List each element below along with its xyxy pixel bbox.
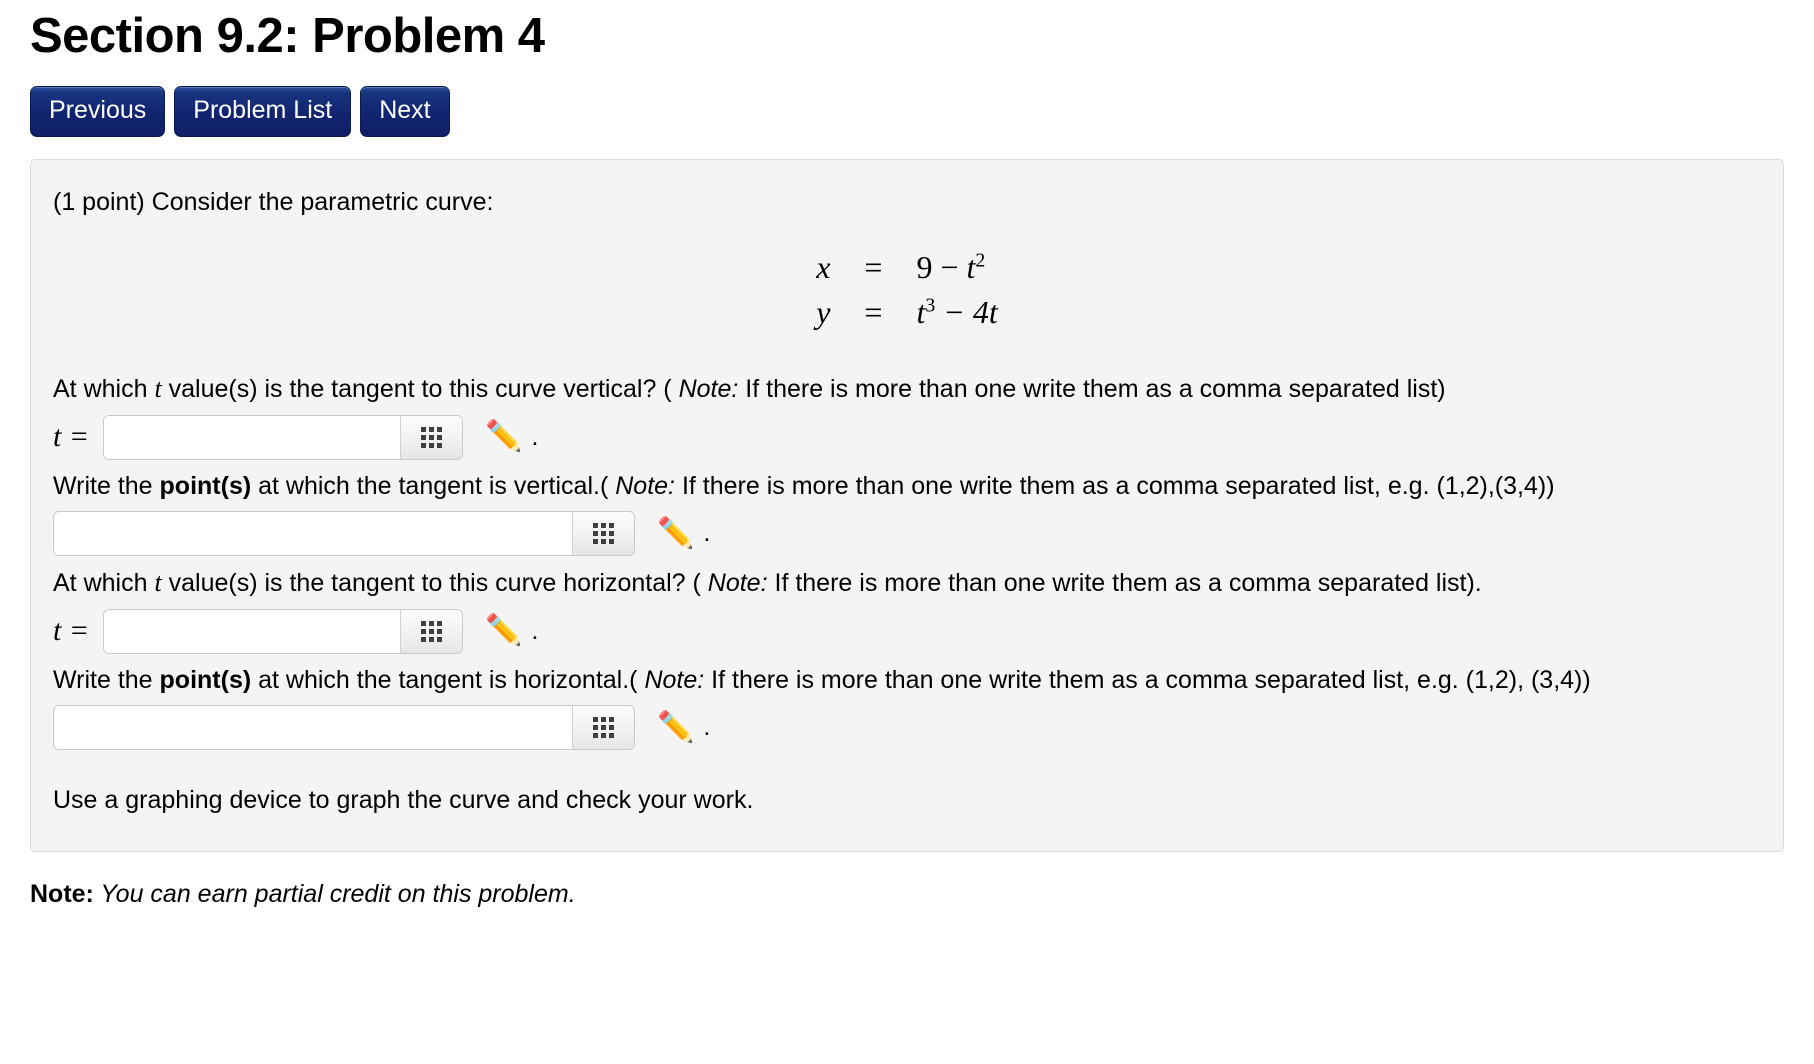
equation-x-rhs-pre: 9 − (916, 248, 967, 285)
equation-y-equals: = (864, 293, 883, 330)
question-horizontal-t-text: At which t value(s) is the tangent to th… (53, 565, 1753, 602)
q4-input-group (53, 705, 635, 751)
equation-table: x = 9 − t2 y = t3 − 4t (816, 245, 998, 335)
problem-intro: (1 point) Consider the parametric curve: (53, 188, 494, 217)
grid-icon (593, 717, 614, 739)
parametric-equations: x = 9 − t2 y = t3 − 4t (53, 245, 1761, 335)
q3-grid-button[interactable] (400, 609, 463, 653)
q3-answer-input[interactable] (104, 609, 401, 653)
equation-x-lhs: x (816, 248, 831, 285)
q2-input-group (53, 511, 635, 556)
q4-text-1: Write the (53, 665, 160, 694)
q1-text-before: At which (53, 374, 155, 403)
page-title: Section 9.2: Problem 4 (30, 9, 545, 63)
q1-variable: t (154, 373, 162, 403)
q1-note-label: Note: (678, 374, 739, 403)
q1-answer-input[interactable] (104, 415, 401, 459)
q1-note-text: If there is more than one write them as … (738, 374, 1446, 403)
q1-trailing-period: . (531, 422, 539, 451)
q2-grid-button[interactable] (572, 512, 634, 555)
problem-panel: (1 point) Consider the parametric curve:… (30, 159, 1784, 852)
footer-note-label: Note: (30, 879, 94, 908)
pencil-icon[interactable]: ✏️ (485, 422, 522, 452)
q3-answer-label: t = (53, 614, 90, 648)
answer-row-vertical-points: ✏️ . (53, 511, 1761, 556)
equation-x-rhs-exponent: 2 (975, 248, 986, 271)
question-vertical-points-text: Write the point(s) at which the tangent … (53, 469, 1753, 505)
navigation-bar: Previous Problem List Next (30, 86, 1792, 138)
grid-icon (593, 523, 614, 544)
answer-row-horizontal-t: t = ✏️ . (53, 608, 1761, 654)
problem-list-button[interactable]: Problem List (174, 86, 352, 138)
answer-row-vertical-t: t = ✏️ . (53, 414, 1761, 460)
equation-row-y: y = t3 − 4t (816, 290, 998, 335)
q1-input-group (103, 414, 464, 460)
q4-grid-button[interactable] (572, 706, 634, 750)
question-horizontal-points-text: Write the point(s) at which the tangent … (53, 663, 1753, 699)
q4-text-2: at which the tangent is horizontal.( (251, 665, 645, 694)
q4-trailing-period: . (703, 713, 711, 742)
q2-text-2: at which the tangent is vertical.( (251, 471, 616, 500)
q3-variable: t (154, 568, 162, 597)
pencil-icon[interactable]: ✏️ (485, 616, 522, 646)
closing-instruction: Use a graphing device to graph the curve… (53, 786, 754, 815)
equation-x-rhs: 9 − t2 (916, 245, 997, 290)
question-vertical-t-text: At which t value(s) is the tangent to th… (53, 371, 1753, 408)
q4-note-text: If there is more than one write them as … (704, 665, 1591, 694)
grid-icon (421, 620, 443, 642)
equation-x-equals: = (864, 248, 883, 285)
q2-text-bold: point(s) (159, 471, 252, 500)
equation-y-lhs: y (816, 293, 831, 330)
footer-note-text: You can earn partial credit on this prob… (93, 879, 576, 908)
q3-note-text: If there is more than one write them as … (767, 569, 1482, 597)
q3-text-before: At which (53, 569, 155, 597)
next-button[interactable]: Next (360, 86, 450, 138)
pencil-icon[interactable]: ✏️ (657, 518, 694, 549)
equation-row-x: x = 9 − t2 (816, 245, 998, 290)
problem-page: Section 9.2: Problem 4 Previous Problem … (0, 0, 1814, 1064)
q1-text-after: value(s) is the tangent to this curve ve… (161, 374, 679, 403)
q1-grid-button[interactable] (400, 415, 463, 459)
q2-note-label: Note: (615, 471, 675, 500)
q3-note-label: Note: (707, 569, 768, 597)
q2-trailing-period: . (703, 519, 711, 547)
partial-credit-note: Note: You can earn partial credit on thi… (30, 878, 1784, 911)
q4-answer-input[interactable] (54, 706, 572, 750)
q2-text-1: Write the (53, 471, 160, 500)
q3-text-after: value(s) is the tangent to this curve ho… (161, 569, 708, 597)
answer-row-horizontal-points: ✏️ . (53, 705, 1761, 751)
q3-trailing-period: . (531, 616, 539, 645)
pencil-icon[interactable]: ✏️ (657, 712, 694, 743)
q1-answer-label: t = (53, 420, 90, 453)
q4-text-bold: point(s) (159, 665, 252, 694)
equation-y-rhs-post: − 4t (935, 293, 998, 330)
q3-input-group (103, 608, 464, 654)
q4-note-label: Note: (644, 665, 705, 694)
previous-button[interactable]: Previous (30, 86, 166, 138)
equation-y-rhs-exponent: 3 (925, 293, 936, 316)
equation-y-rhs: t3 − 4t (916, 290, 997, 335)
q2-answer-input[interactable] (54, 512, 572, 555)
grid-icon (421, 426, 443, 448)
q2-note-text: If there is more than one write them as … (675, 471, 1555, 500)
